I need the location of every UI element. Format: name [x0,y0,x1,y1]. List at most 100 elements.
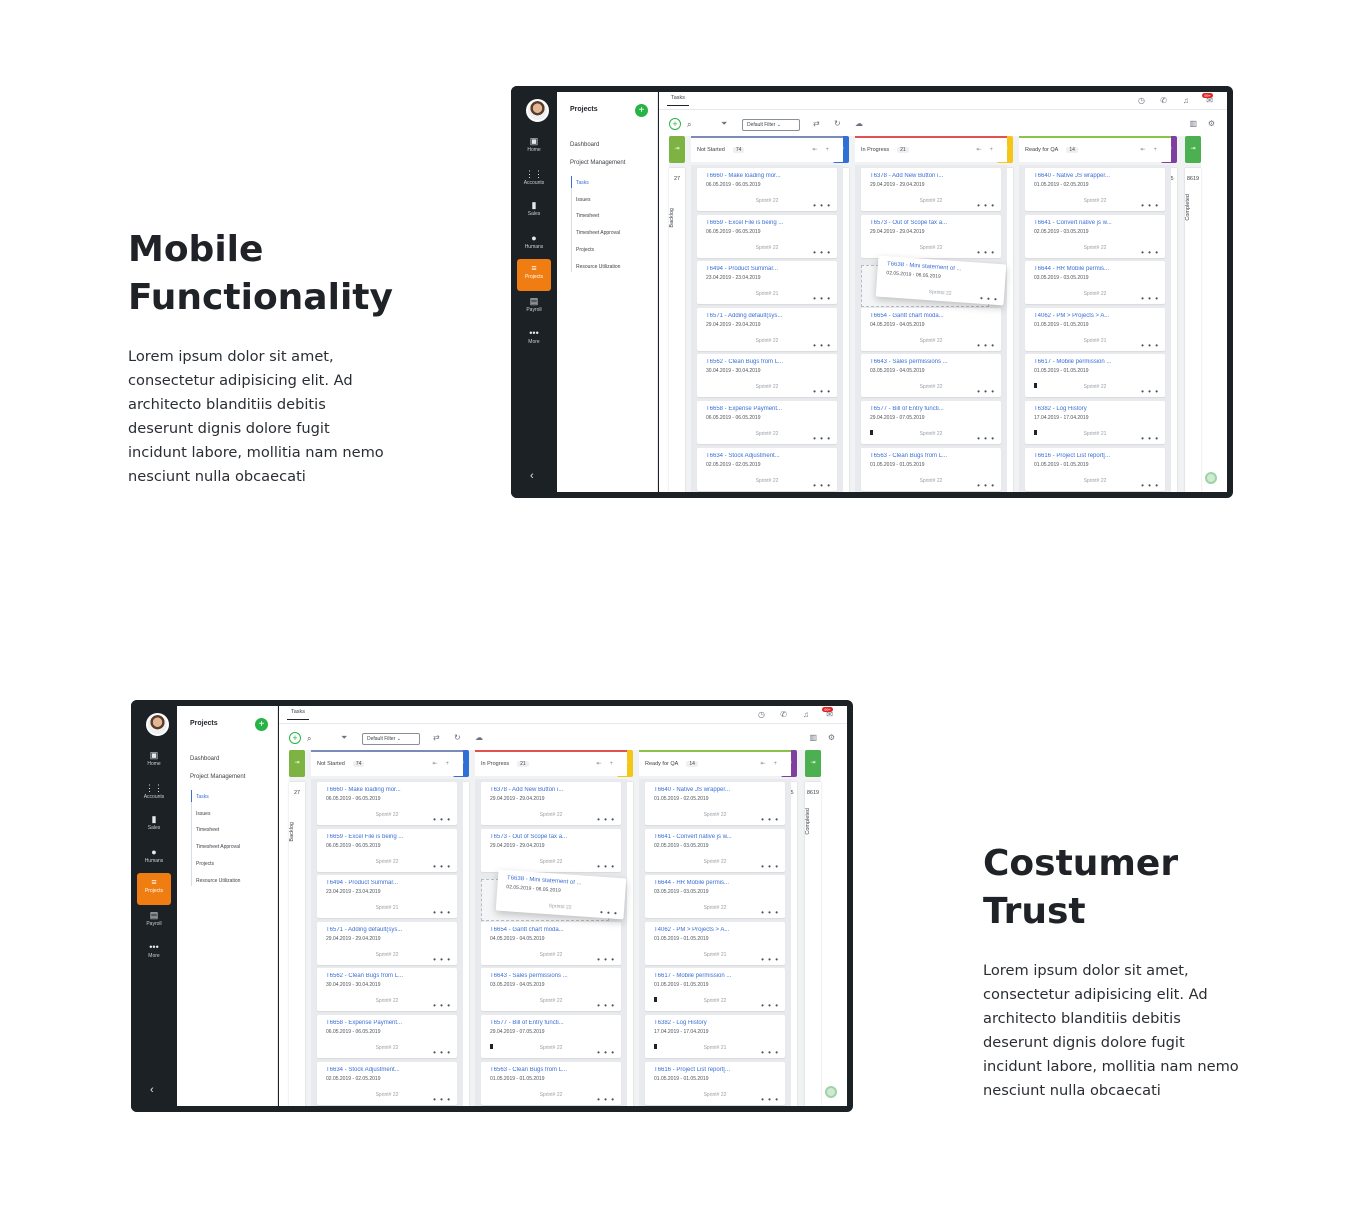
task-title[interactable]: T6659 - Excel File is being ... [706,220,801,226]
filter-select[interactable]: Default Filter ⌄ [742,119,800,131]
task-card[interactable]: T6577 - Bill of Entry functi... 29.04.201… [481,1014,621,1058]
card-menu-icon[interactable]: • • • [597,1048,615,1057]
task-card[interactable]: T6660 - Make loading mor... 06.05.2019 - … [697,168,837,211]
card-menu-icon[interactable]: • • • [980,294,998,304]
task-card[interactable]: T6616 - Project List report[... 01.05.201… [1025,447,1165,491]
filter-icon[interactable]: ⏷ [341,733,347,743]
task-title[interactable]: T6640 - Native JS wrapper... [1034,173,1129,179]
task-card[interactable]: T6658 - Expense Payment... 06.05.2019 - 0… [317,1014,457,1058]
task-card[interactable]: T6640 - Native JS wrapper... 01.05.2019 -… [1025,168,1165,211]
card-menu-icon[interactable]: • • • [597,815,615,824]
panel-item-project-management[interactable]: Project Management [570,160,625,166]
task-title[interactable]: T6640 - Native JS wrapper... [654,787,749,793]
column-expand-backlog[interactable]: ⇥ [289,750,305,777]
card-menu-icon[interactable]: • • • [761,1095,779,1104]
column-actions-icon[interactable]: ⇤+ [760,760,785,767]
rail-item-projects[interactable]: ≡ Projects [137,873,171,905]
bell-icon[interactable]: ♫ [803,710,809,719]
chat-icon[interactable] [1205,472,1217,484]
card-menu-icon[interactable]: • • • [597,1001,615,1010]
task-card[interactable]: T6382 - Log History 17.04.2019 - 17.04.20… [645,1014,785,1058]
card-menu-icon[interactable]: • • • [977,248,995,257]
task-card[interactable]: T6562 - Clean Bugs from L... 30.04.2019 -… [317,968,457,1012]
task-card[interactable]: T6571 - Adding default(sys... 29.04.2019 … [317,921,457,965]
task-card[interactable]: T6617 - Mobile permission ... 01.05.2019 … [645,968,785,1012]
task-title[interactable]: T6641 - Convert native js w... [1034,220,1129,226]
card-menu-icon[interactable]: • • • [761,955,779,964]
clock-icon[interactable]: ◷ [758,710,765,719]
add-task-button[interactable]: + [669,118,681,130]
filter-select[interactable]: Default Filter ⌄ [362,733,420,745]
task-title[interactable]: T6658 - Expense Payment... [706,406,801,412]
task-card[interactable]: T6660 - Make loading mor... 06.05.2019 - … [317,782,457,825]
collapse-chevron-icon[interactable]: ‹ [150,1084,154,1096]
task-title[interactable]: T6577 - Bill of Entry functi... [870,406,965,412]
task-title[interactable]: T4062 - PM > Projects > A... [1034,313,1129,319]
column-expand-completed[interactable]: ⇥ [1185,136,1201,163]
task-title[interactable]: T6660 - Make loading mor... [706,173,801,179]
task-title[interactable]: T6573 - Out of Scope tax a... [870,220,965,226]
task-card[interactable]: T6577 - Bill of Entry functi... 29.04.201… [861,400,1001,444]
card-menu-icon[interactable]: • • • [761,908,779,917]
panel-subitem-projects[interactable]: Projects [196,861,214,867]
chat-icon[interactable] [825,1086,837,1098]
rail-item-accounts[interactable]: ⋮⋮ Accounts [137,783,171,801]
card-menu-icon[interactable]: • • • [813,248,831,257]
card-menu-icon[interactable]: • • • [600,908,618,918]
task-title[interactable]: T6654 - Gantt chart moda... [490,927,585,933]
task-title[interactable]: T6654 - Gantt chart moda... [870,313,965,319]
card-menu-icon[interactable]: • • • [1141,434,1159,443]
card-menu-icon[interactable]: • • • [433,862,451,871]
task-title[interactable]: T6562 - Clean Bugs from L... [326,973,421,979]
panel-subitem-issues[interactable]: Issues [576,197,590,203]
rail-item-humans[interactable]: ● Humans [517,233,551,251]
column-actions-icon[interactable]: ⇤+ [432,760,457,767]
column-expand-backlog[interactable]: ⇥ [669,136,685,163]
rail-item-more[interactable]: ••• More [517,328,551,346]
task-title[interactable]: T6644 - HR Mobile permis... [1034,266,1129,272]
rail-item-home[interactable]: ▣ Home [517,136,551,154]
panel-subitem-timesheet-approval[interactable]: Timesheet Approval [576,230,620,236]
swap-icon[interactable]: ⇄ [813,119,820,128]
rail-item-home[interactable]: ▣ Home [137,750,171,768]
card-menu-icon[interactable]: • • • [1141,248,1159,257]
task-card[interactable]: T6643 - Sales permissions ... 03.05.2019 … [481,968,621,1012]
task-card[interactable]: T6563 - Clean Bugs from L... 01.05.2019 -… [481,1061,621,1105]
task-card[interactable]: T6382 - Log History 17.04.2019 - 17.04.20… [1025,400,1165,444]
task-card[interactable]: T6378 - Add New Button i... 29.04.2019 - … [481,782,621,825]
panel-subitem-timesheet-approval[interactable]: Timesheet Approval [196,844,240,850]
panel-subitem-timesheet[interactable]: Timesheet [196,827,219,833]
card-menu-icon[interactable]: • • • [1141,341,1159,350]
task-card[interactable]: T6573 - Out of Scope tax a... 29.04.2019 … [861,214,1001,258]
task-card[interactable]: T6562 - Clean Bugs from L... 30.04.2019 -… [697,354,837,398]
task-title[interactable]: T6616 - Project List report[... [1034,453,1129,459]
refresh-icon[interactable]: ↻ [834,119,841,128]
task-title[interactable]: T6634 - Stock Adjustment... [326,1067,421,1073]
task-card[interactable]: T6634 - Stock Adjustment... 02.05.2019 - … [317,1061,457,1105]
rail-item-humans[interactable]: ● Humans [137,847,171,865]
task-title[interactable]: T6617 - Mobile permission ... [1034,359,1129,365]
task-title[interactable]: T6378 - Add New Button i... [490,787,585,793]
task-title[interactable]: T6494 - Product Summar... [326,880,421,886]
card-menu-icon[interactable]: • • • [761,1001,779,1010]
card-menu-icon[interactable]: • • • [1141,387,1159,396]
task-card[interactable]: T6644 - HR Mobile permis... 03.05.2019 - … [645,875,785,919]
task-title[interactable]: T6641 - Convert native js w... [654,834,749,840]
panel-subitem-issues[interactable]: Issues [196,811,210,817]
card-menu-icon[interactable]: • • • [433,815,451,824]
task-card[interactable]: T6634 - Stock Adjustment... 02.05.2019 - … [697,447,837,491]
task-title[interactable]: T6577 - Bill of Entry functi... [490,1020,585,1026]
card-menu-icon[interactable]: • • • [433,1048,451,1057]
cloud-icon[interactable]: ☁ [475,733,483,742]
task-card[interactable]: T6659 - Excel File is being ... 06.05.201… [697,214,837,258]
column-actions-icon[interactable]: ⇤+ [1140,146,1165,153]
avatar[interactable] [146,713,169,736]
task-title[interactable]: T6658 - Expense Payment... [326,1020,421,1026]
task-title[interactable]: T6617 - Mobile permission ... [654,973,749,979]
card-menu-icon[interactable]: • • • [813,481,831,490]
task-card[interactable]: T6654 - Gantt chart moda... 04.05.2019 - … [861,307,1001,351]
card-menu-icon[interactable]: • • • [597,1095,615,1104]
card-menu-icon[interactable]: • • • [597,862,615,871]
collapse-chevron-icon[interactable]: ‹ [530,470,534,482]
card-menu-icon[interactable]: • • • [977,341,995,350]
